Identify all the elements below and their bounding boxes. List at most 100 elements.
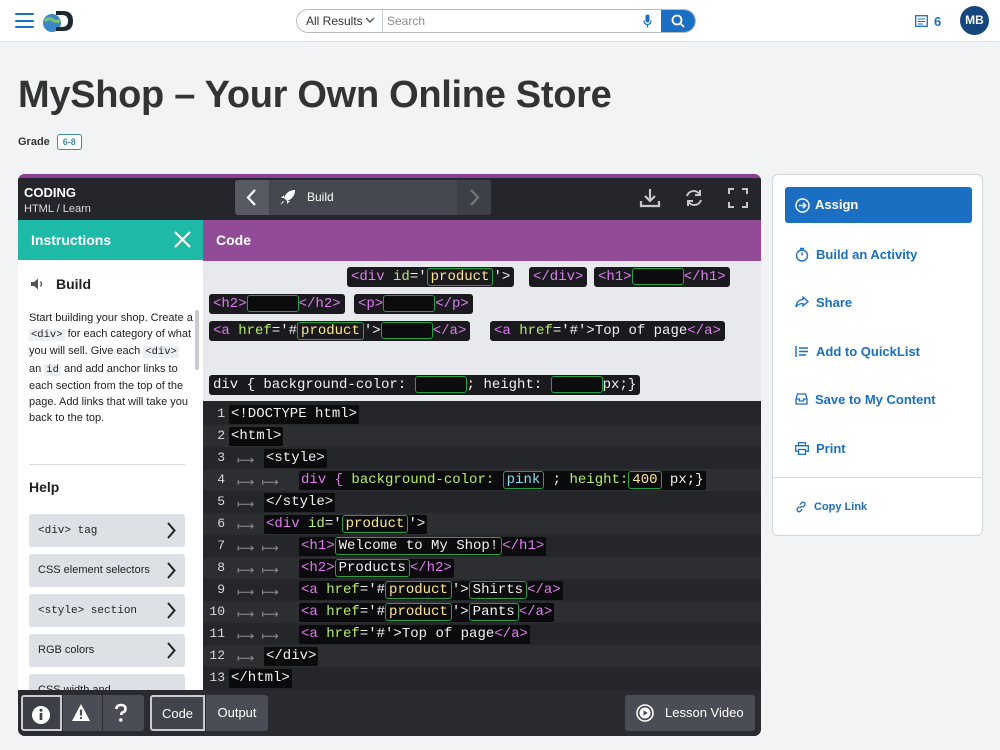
- copy-link-button[interactable]: Copy Link: [795, 501, 867, 513]
- quicklist-count: 6: [934, 13, 942, 29]
- quicklist-counter[interactable]: 6: [915, 13, 941, 29]
- tab-code[interactable]: Code: [150, 695, 205, 731]
- add-quicklist-button[interactable]: Add to QuickList: [795, 342, 920, 360]
- tray-icon: [795, 393, 808, 405]
- stopwatch-icon: [795, 247, 809, 262]
- reset-icon[interactable]: [683, 188, 705, 208]
- discovery-logo[interactable]: [42, 8, 78, 34]
- grade-label: Grade: [18, 136, 50, 148]
- code-line: 7 ⟼ ⟼ <h1> Welcome to My Shop! </h1>: [217, 537, 547, 556]
- code-block-close-div[interactable]: </div>: [529, 267, 588, 287]
- code-block-h1[interactable]: <h1> </h1>: [594, 267, 730, 287]
- blank-slot[interactable]: [631, 267, 684, 285]
- actions-sidebar: Assign Build an Activity Share Add to Qu…: [772, 174, 983, 536]
- save-content-button[interactable]: Save to My Content: [795, 390, 936, 408]
- blank-slot[interactable]: [550, 375, 603, 393]
- help-title: Help: [29, 479, 60, 495]
- arrow-circle-icon: [795, 198, 810, 213]
- question-icon: [115, 703, 127, 722]
- code-block-css-rule[interactable]: div { background-color: ; height: px;}: [209, 375, 641, 395]
- step-title: Build: [30, 276, 91, 292]
- instructions-scrollbar[interactable]: [195, 310, 199, 370]
- code-line: 5 ⟼ </style>: [217, 493, 336, 512]
- code-block-h2[interactable]: <h2> </h2>: [209, 294, 345, 314]
- all-results-dropdown[interactable]: All Results: [297, 10, 383, 32]
- chevron-down-icon: [365, 17, 375, 23]
- grade-row: Grade 6-8: [18, 134, 82, 150]
- code-line: 11 ⟼ ⟼ <a href='#'>Top of page</a>: [209, 625, 530, 644]
- code-editor[interactable]: 1 <!DOCTYPE html> 2 <html> 3 ⟼ <style> 4 ⟼ ⟼ d…: [203, 401, 761, 690]
- prev-step-button[interactable]: [235, 180, 269, 215]
- help-item[interactable]: CSS element selectors: [29, 554, 185, 587]
- rocket-icon: [280, 190, 295, 205]
- next-step-button[interactable]: [457, 180, 491, 215]
- avatar[interactable]: MB: [960, 6, 989, 35]
- link-icon: [796, 501, 806, 513]
- chevron-right-icon: [167, 642, 176, 659]
- code-header: Code: [203, 220, 761, 261]
- print-button[interactable]: Print: [795, 439, 846, 457]
- download-icon[interactable]: [639, 188, 661, 208]
- menu-icon[interactable]: [15, 13, 34, 28]
- search-icon: [671, 14, 685, 28]
- blank-slot[interactable]: [383, 294, 436, 312]
- code-block-anchor-product[interactable]: <a href='# product '> </a>: [209, 321, 471, 341]
- help-item[interactable]: RGB colors: [29, 634, 185, 667]
- chevron-right-icon: [167, 562, 176, 579]
- instructions-header: Instructions: [18, 220, 203, 260]
- assign-button[interactable]: Assign: [785, 187, 972, 223]
- divider: [29, 464, 185, 465]
- search-input[interactable]: [387, 13, 633, 29]
- build-activity-button[interactable]: Build an Activity: [795, 245, 917, 263]
- play-icon: [636, 704, 654, 722]
- fullscreen-icon[interactable]: [728, 188, 748, 208]
- chevron-right-icon: [167, 602, 176, 619]
- printer-icon: [795, 441, 809, 455]
- instruction-text: Start building your shop. Create a <div>…: [29, 312, 193, 425]
- search-button[interactable]: [661, 10, 695, 32]
- code-line: 2 <html>: [203, 425, 761, 447]
- info-icon: [32, 706, 50, 724]
- lab-category: CODING: [24, 185, 76, 200]
- warning-button[interactable]: [63, 695, 102, 731]
- instructions-panel: Instructions Build Start building your s…: [18, 220, 203, 696]
- close-icon[interactable]: [174, 231, 191, 248]
- code-block-div-id[interactable]: <div id=' product '>: [347, 267, 515, 287]
- tab-output[interactable]: Output: [206, 695, 268, 731]
- code-line: 6 ⟼ <div id=' product '>: [203, 513, 761, 535]
- code-block-tray: <div id=' product '> </div> <h1> </h1> <h2>…: [203, 261, 761, 401]
- code-block-p[interactable]: <p> </p>: [354, 294, 473, 314]
- lesson-video-button[interactable]: Lesson Video: [625, 695, 755, 731]
- inline-code: <div>: [29, 329, 65, 342]
- help-item[interactable]: <div> tag: [29, 514, 185, 547]
- chevron-right-icon: [167, 522, 176, 539]
- code-line: 10 ⟼ ⟼ <a href='# product '> Pants </a>: [203, 601, 761, 623]
- lab-header: CODING HTML / Learn Build: [18, 178, 761, 220]
- all-results-label: All Results: [306, 14, 363, 28]
- breadcrumb-html: HTML: [24, 203, 54, 215]
- code-line: 3 ⟼ <style>: [217, 449, 327, 468]
- code-line: 12 ⟼ </div>: [203, 645, 761, 667]
- step-navigator: Build: [235, 180, 491, 215]
- info-button[interactable]: [21, 695, 62, 731]
- step-label: Build: [307, 190, 334, 204]
- quicklist-icon: [915, 15, 928, 27]
- help-item[interactable]: CSS width and: [29, 674, 185, 696]
- lab-breadcrumb: HTML / Learn: [24, 203, 91, 215]
- code-block-anchor-top[interactable]: <a href='#'>Top of page</a>: [490, 321, 725, 341]
- hint-button[interactable]: [103, 695, 144, 731]
- chevron-right-icon: [470, 189, 480, 206]
- coding-lab: CODING HTML / Learn Build Instructions B…: [18, 174, 761, 736]
- page-title: MyShop – Your Own Online Store: [18, 74, 612, 116]
- blank-slot[interactable]: [414, 375, 467, 393]
- top-bar: All Results 6 MB: [0, 0, 1000, 42]
- share-button[interactable]: Share: [795, 293, 852, 311]
- speaker-icon[interactable]: [30, 277, 46, 291]
- inline-code: <div>: [143, 346, 179, 359]
- grade-badge: 6-8: [56, 134, 82, 150]
- blank-slot[interactable]: [246, 294, 299, 312]
- microphone-icon[interactable]: [643, 14, 652, 28]
- divider: [773, 477, 982, 478]
- blank-slot[interactable]: [380, 321, 433, 339]
- help-item[interactable]: <style> section: [29, 594, 185, 627]
